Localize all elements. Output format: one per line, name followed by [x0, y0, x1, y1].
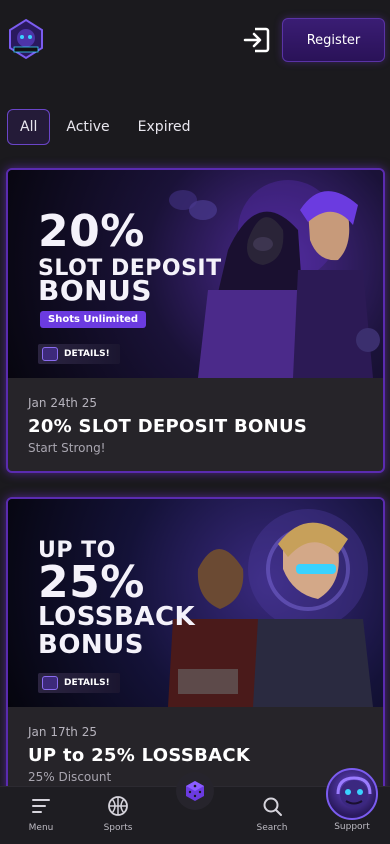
menu-icon [32, 799, 50, 813]
search-icon [263, 797, 282, 816]
basketball-icon [108, 796, 128, 816]
nav-menu-label: Menu [28, 823, 54, 833]
promotions-page: Register All Active Expired 20% SLOT DEP… [0, 0, 390, 844]
promo-subtitle: 25% Discount [28, 770, 112, 784]
mini-logo-icon [42, 676, 58, 690]
promo-date: Jan 17th 25 [28, 725, 97, 739]
promo-title: 20% SLOT DEPOSIT BONUS [28, 416, 308, 437]
promo-subtitle: Start Strong! [28, 441, 106, 455]
nav-menu[interactable]: Menu [11, 795, 71, 833]
tab-expired[interactable]: Expired [126, 109, 203, 145]
promo-date: Jan 24th 25 [28, 396, 97, 410]
nav-search-label: Search [256, 823, 288, 833]
promo-card[interactable]: 20% SLOT DEPOSIT BONUS Shots Unlimited D… [6, 168, 385, 473]
promo-info: Jan 17th 25 UP to 25% LOSSBACK 25% Disco… [28, 725, 250, 784]
details-button[interactable]: DETAILS! [38, 344, 120, 364]
support-button[interactable] [326, 768, 378, 820]
tab-active[interactable]: Active [54, 109, 121, 145]
register-button[interactable]: Register [282, 18, 385, 62]
details-label: DETAILS! [64, 678, 110, 688]
banner-bonus-text: BONUS [38, 274, 152, 307]
banner-bonus-text: BONUS [38, 630, 145, 660]
login-icon[interactable] [242, 26, 272, 54]
nav-search[interactable]: Search [242, 795, 302, 833]
header: Register [0, 0, 390, 80]
promo-banner[interactable]: 20% SLOT DEPOSIT BONUS Shots Unlimited D… [8, 170, 383, 378]
banner-lossback-text: LOSSBACK [38, 602, 196, 632]
banner-pill: Shots Unlimited [40, 311, 147, 328]
nav-sports[interactable]: Sports [88, 795, 148, 833]
details-button[interactable]: DETAILS! [38, 673, 120, 693]
dice-icon [186, 781, 204, 801]
nav-sports-label: Sports [103, 823, 133, 833]
tab-all[interactable]: All [7, 109, 51, 145]
mini-logo-icon [42, 347, 58, 361]
banner-headline: 20% [38, 206, 145, 257]
nav-support-label: Support [334, 822, 370, 832]
promo-info: Jan 24th 25 20% SLOT DEPOSIT BONUS Start… [28, 396, 307, 455]
promo-title: UP to 25% LOSSBACK [28, 745, 251, 766]
brand-logo[interactable] [6, 18, 46, 60]
promo-banner[interactable]: UP TO 25% LOSSBACK BONUS DETAILS! [8, 499, 383, 707]
casino-dice-button[interactable] [176, 772, 214, 810]
details-label: DETAILS! [64, 349, 110, 359]
promo-card[interactable]: UP TO 25% LOSSBACK BONUS DETAILS! Jan 17… [6, 497, 385, 797]
promo-filter-tabs: All Active Expired [7, 109, 203, 145]
banner-headline: 25% [38, 557, 145, 608]
